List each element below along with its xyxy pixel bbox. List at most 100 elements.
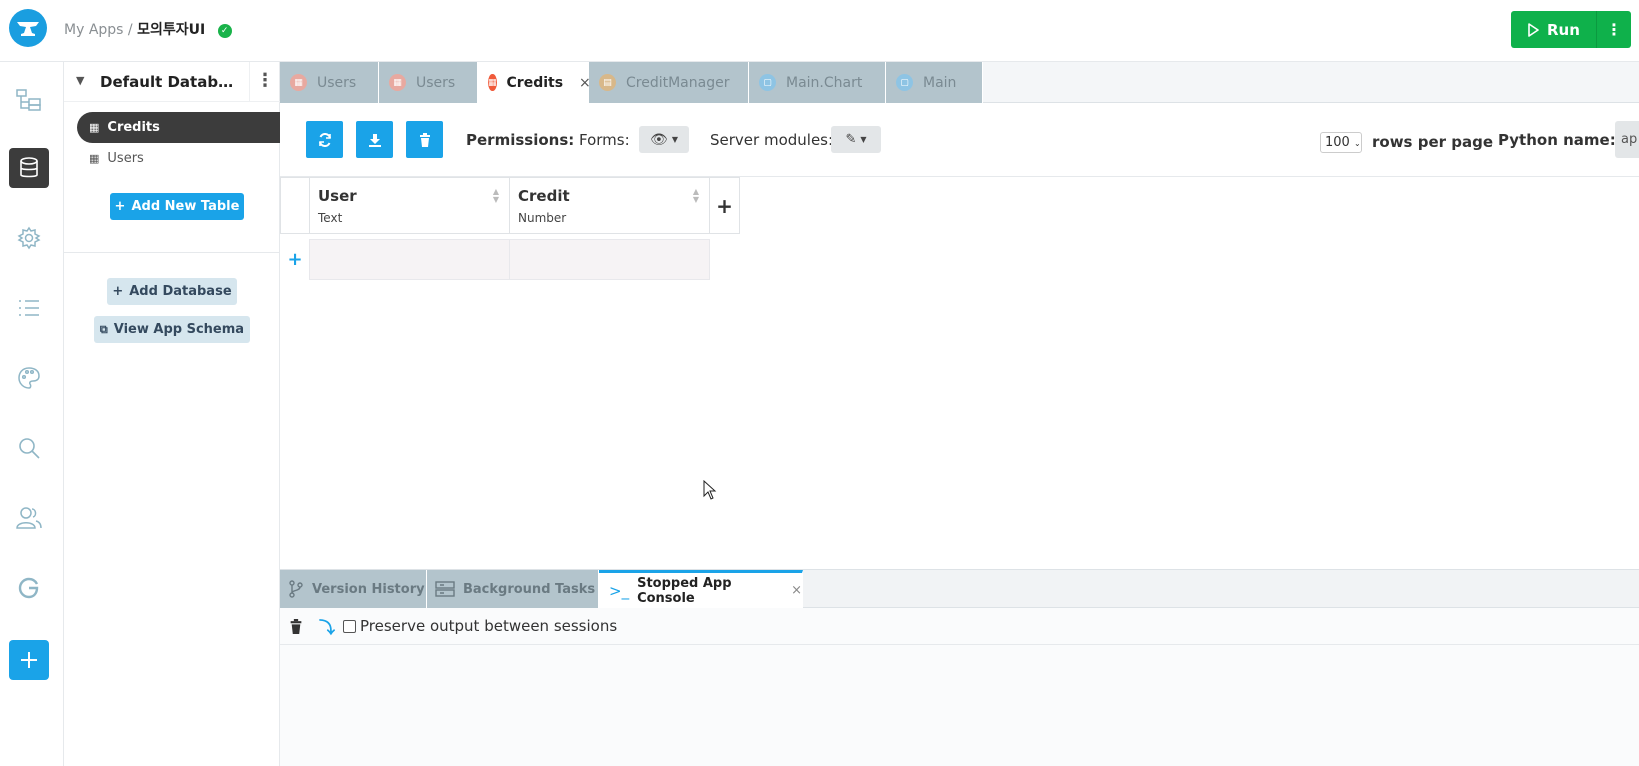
- editor-tabs: ▦ Users ▦ Users ▦ Credits × ▤ CreditMana…: [280, 62, 1639, 103]
- google-icon[interactable]: [9, 568, 49, 608]
- sort-icon[interactable]: ▲ ▼: [493, 188, 499, 204]
- breadcrumb-my-apps[interactable]: My Apps /: [64, 22, 133, 38]
- add-column-button[interactable]: +: [709, 177, 740, 234]
- table-icon: ▦: [488, 74, 497, 91]
- table-icon: ▦: [290, 74, 307, 91]
- tab-label: Users: [317, 74, 357, 91]
- module-icon: ▤: [599, 74, 616, 91]
- preserve-output-checkbox[interactable]: [343, 619, 357, 633]
- download-button[interactable]: [356, 121, 393, 158]
- table-toolbar: Permissions: Forms: 👁 ▼ Server modules: ✎…: [280, 103, 1639, 177]
- refresh-icon: [318, 132, 331, 147]
- app-name[interactable]: 모의투자UI: [137, 22, 205, 38]
- terminal-icon: >_: [609, 581, 630, 600]
- run-options-button[interactable]: ⋮: [1597, 20, 1631, 39]
- tab-creditmanager[interactable]: ▤ CreditManager: [589, 62, 749, 103]
- tab-stopped-app-console[interactable]: >_ Stopped App Console ×: [599, 570, 803, 608]
- caret-down-icon: ▼: [860, 135, 867, 144]
- tab-credits[interactable]: ▦ Credits ×: [478, 62, 591, 103]
- column-name: User: [318, 187, 357, 205]
- tab-version-history[interactable]: Version History: [280, 570, 427, 608]
- database-panel: ▼ Default Database... ⋮ ▦ Credits ▦ User…: [64, 62, 280, 766]
- forms-permission-dropdown[interactable]: 👁 ▼: [639, 126, 689, 153]
- table-item-users[interactable]: ▦ Users: [77, 143, 280, 174]
- users-icon[interactable]: [9, 498, 49, 538]
- palette-icon[interactable]: [9, 358, 49, 398]
- divider: [64, 252, 280, 253]
- add-database-button[interactable]: + Add Database: [107, 278, 237, 305]
- trash-icon: [419, 132, 430, 147]
- mouse-cursor-icon: [703, 480, 717, 500]
- python-name-input[interactable]: ap: [1615, 121, 1639, 158]
- plus-icon: +: [112, 284, 124, 299]
- table-icon: ▦: [89, 152, 100, 165]
- add-icon[interactable]: [9, 640, 49, 680]
- server-modules-permission-dropdown[interactable]: ✎ ▼: [831, 126, 881, 153]
- breadcrumb: My Apps / 모의투자UI ✓: [64, 19, 232, 39]
- scroll-to-bottom-icon[interactable]: ⤵: [319, 614, 335, 638]
- new-row-cell-user[interactable]: [309, 239, 510, 280]
- list-icon[interactable]: [9, 288, 49, 328]
- table-item-credits[interactable]: ▦ Credits: [77, 112, 280, 143]
- tab-label: Background Tasks: [463, 581, 596, 597]
- app-browser-icon[interactable]: [9, 80, 49, 120]
- form-icon: ▢: [759, 74, 776, 91]
- tab-label: Main.Chart: [786, 74, 863, 91]
- column-type: Number: [518, 211, 567, 225]
- view-app-schema-label: View App Schema: [113, 322, 245, 337]
- rows-per-page-label: rows per page: [1372, 133, 1494, 151]
- eye-icon: 👁: [650, 131, 668, 148]
- form-icon: ▢: [896, 74, 913, 91]
- add-new-table-label: Add New Table: [131, 199, 240, 214]
- column-type: Text: [318, 211, 343, 225]
- tab-users[interactable]: ▦ Users: [280, 62, 379, 103]
- pencil-icon: ✎: [845, 132, 857, 147]
- caret-down-icon: ▼: [671, 135, 678, 144]
- column-name: Credit: [518, 187, 570, 205]
- python-name-label: Python name:: [1498, 131, 1616, 149]
- table-item-label: Users: [107, 151, 144, 166]
- column-header-user[interactable]: User Text ▲ ▼: [309, 177, 510, 234]
- anvil-logo-icon[interactable]: [9, 9, 47, 47]
- server-modules-label: Server modules:: [710, 131, 834, 149]
- new-row-cell-credit[interactable]: [509, 239, 710, 280]
- refresh-button[interactable]: [306, 121, 343, 158]
- bottom-tabs: Version History Background Tasks >_ Stop…: [280, 569, 1639, 608]
- database-icon[interactable]: [9, 148, 49, 188]
- git-branch-icon: [289, 580, 303, 598]
- tab-background-tasks[interactable]: Background Tasks: [427, 570, 599, 608]
- run-button[interactable]: Run ⋮: [1511, 11, 1631, 48]
- tab-label: Main: [923, 74, 957, 91]
- database-title[interactable]: Default Database...: [100, 73, 235, 91]
- run-label: Run: [1547, 20, 1580, 39]
- delete-table-button[interactable]: [406, 121, 443, 158]
- search-icon[interactable]: [9, 428, 49, 468]
- permissions-label: Permissions:: [466, 131, 575, 149]
- column-header-credit[interactable]: Credit Number ▲ ▼: [509, 177, 710, 234]
- close-icon[interactable]: ×: [791, 583, 802, 598]
- tab-label: Credits: [506, 74, 564, 91]
- rows-per-page-select[interactable]: 100 ⌄: [1320, 132, 1362, 153]
- view-app-schema-button[interactable]: ⧉ View App Schema: [94, 316, 250, 343]
- saved-check-icon: ✓: [217, 24, 232, 38]
- rows-per-page-value: 100: [1325, 135, 1350, 150]
- row-header-cell: [280, 177, 310, 234]
- tab-label: Users: [416, 74, 456, 91]
- database-menu-button[interactable]: ⋮: [249, 62, 280, 102]
- sort-icon[interactable]: ▲ ▼: [693, 188, 699, 204]
- chevron-down-icon[interactable]: ▼: [76, 74, 84, 87]
- tab-label: Version History: [312, 581, 425, 597]
- trash-icon[interactable]: [289, 618, 303, 634]
- table-icon: ▦: [389, 74, 406, 91]
- add-new-table-button[interactable]: + Add New Table: [110, 193, 244, 220]
- add-row-button[interactable]: +: [280, 239, 310, 280]
- table-icon: ▦: [89, 121, 100, 134]
- tab-main[interactable]: ▢ Main: [886, 62, 983, 103]
- tab-users[interactable]: ▦ Users: [379, 62, 478, 103]
- tab-main-chart[interactable]: ▢ Main.Chart: [749, 62, 886, 103]
- add-database-label: Add Database: [129, 284, 232, 299]
- download-icon: [368, 133, 381, 147]
- settings-icon[interactable]: [9, 218, 49, 258]
- schema-icon: ⧉: [99, 322, 108, 336]
- left-rail: [0, 62, 64, 766]
